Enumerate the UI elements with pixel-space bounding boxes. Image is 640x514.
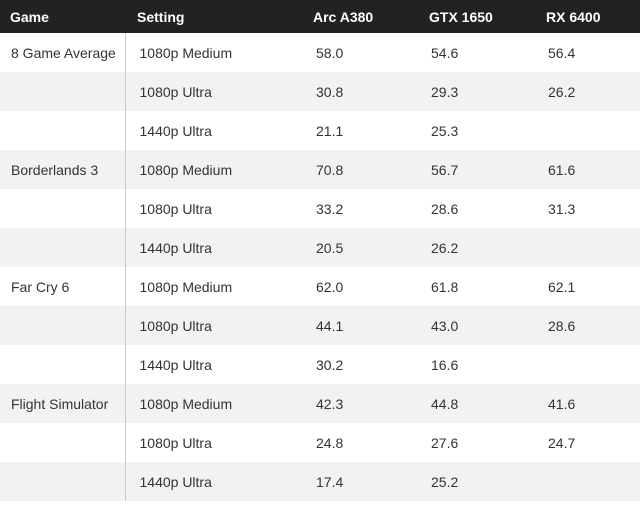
cell-gtx-1650: 27.6 [431, 434, 459, 451]
cell-game: Borderlands 3 [0, 150, 126, 189]
cell-rx-6400: 56.4 [548, 44, 576, 61]
cell-game [0, 306, 126, 345]
cell-arc-a380: 70.8 [316, 161, 344, 178]
cell-arc-a380: 20.5 [316, 239, 344, 256]
table-row: 1080p Ultra 30.8 29.3 26.2 [0, 72, 640, 111]
table-header: Game Setting Arc A380 GTX 1650 RX 6400 [0, 0, 640, 33]
cell-gtx-1650: 25.3 [431, 122, 459, 139]
cell-rx-6400: 62.1 [548, 278, 576, 295]
cell-arc-a380: 17.4 [316, 473, 344, 490]
table-row: 1080p Ultra 24.8 27.6 24.7 [0, 423, 640, 462]
cell-rx-6400: 61.6 [548, 161, 576, 178]
table-row: 8 Game Average 1080p Medium 58.0 54.6 56.4 [0, 33, 640, 72]
cell-game [0, 72, 126, 111]
cell-setting: 1080p Medium [139, 44, 233, 61]
table-row: Flight Simulator 1080p Medium 42.3 44.8 41.6 [0, 384, 640, 423]
cell-game: 8 Game Average [0, 33, 126, 72]
cell-gtx-1650: 29.3 [431, 83, 459, 100]
cell-setting: 1440p Ultra [139, 473, 212, 490]
cell-arc-a380: 30.8 [316, 83, 344, 100]
header-row: Game Setting Arc A380 GTX 1650 RX 6400 [0, 0, 640, 33]
cell-arc-a380: 58.0 [316, 44, 344, 61]
cell-game: Flight Simulator [0, 384, 126, 423]
cell-game [0, 189, 126, 228]
cell-game [0, 345, 126, 384]
cell-gtx-1650: 16.6 [431, 356, 459, 373]
cell-game [0, 423, 126, 462]
cell-gtx-1650: 25.2 [431, 473, 459, 490]
cell-arc-a380: 44.1 [316, 317, 344, 334]
cell-setting: 1080p Medium [139, 278, 233, 295]
cell-rx-6400 [542, 228, 640, 267]
table-row: 1440p Ultra 17.4 25.2 [0, 462, 640, 501]
cell-gtx-1650: 44.8 [431, 395, 459, 412]
cell-gtx-1650: 28.6 [431, 200, 459, 217]
cell-game: Far Cry 6 [0, 267, 126, 306]
cell-setting: 1440p Ultra [139, 239, 212, 256]
cell-rx-6400: 41.6 [548, 395, 576, 412]
cell-rx-6400 [542, 462, 640, 501]
cell-game [0, 462, 126, 501]
cell-setting: 1080p Ultra [139, 317, 212, 334]
cell-setting: 1440p Ultra [139, 356, 212, 373]
cell-rx-6400: 31.3 [548, 200, 576, 217]
table-row: 1440p Ultra 21.1 25.3 [0, 111, 640, 150]
header-game: Game [10, 8, 49, 25]
cell-arc-a380: 42.3 [316, 395, 344, 412]
cell-setting: 1080p Ultra [139, 83, 212, 100]
header-gtx-1650: GTX 1650 [429, 8, 493, 25]
cell-gtx-1650: 54.6 [431, 44, 459, 61]
header-arc-a380: Arc A380 [313, 8, 374, 25]
table-row: Far Cry 6 1080p Medium 62.0 61.8 62.1 [0, 267, 640, 306]
table-body: 8 Game Average 1080p Medium 58.0 54.6 56.4 10… [0, 33, 640, 501]
cell-rx-6400: 26.2 [548, 83, 576, 100]
cell-setting: 1440p Ultra [139, 122, 212, 139]
header-setting: Setting [137, 8, 185, 25]
cell-game [0, 228, 126, 267]
header-rx-6400: RX 6400 [546, 8, 601, 25]
cell-rx-6400 [542, 111, 640, 150]
cell-arc-a380: 24.8 [316, 434, 344, 451]
cell-gtx-1650: 56.7 [431, 161, 459, 178]
cell-gtx-1650: 61.8 [431, 278, 459, 295]
cell-rx-6400: 28.6 [548, 317, 576, 334]
cell-rx-6400 [542, 345, 640, 384]
cell-arc-a380: 21.1 [316, 122, 344, 139]
cell-gtx-1650: 43.0 [431, 317, 459, 334]
cell-game [0, 111, 126, 150]
benchmark-table-container: Game Setting Arc A380 GTX 1650 RX 6400 8… [0, 0, 640, 514]
cell-setting: 1080p Medium [139, 395, 233, 412]
cell-rx-6400: 24.7 [548, 434, 576, 451]
cell-setting: 1080p Ultra [139, 200, 212, 217]
cell-gtx-1650: 26.2 [431, 239, 459, 256]
table-row: 1440p Ultra 20.5 26.2 [0, 228, 640, 267]
benchmark-table: Game Setting Arc A380 GTX 1650 RX 6400 8… [0, 0, 640, 501]
cell-setting: 1080p Ultra [139, 434, 212, 451]
table-row: 1080p Ultra 33.2 28.6 31.3 [0, 189, 640, 228]
table-row: 1440p Ultra 30.2 16.6 [0, 345, 640, 384]
cell-arc-a380: 62.0 [316, 278, 344, 295]
table-row: 1080p Ultra 44.1 43.0 28.6 [0, 306, 640, 345]
cell-arc-a380: 33.2 [316, 200, 344, 217]
cell-arc-a380: 30.2 [316, 356, 344, 373]
cell-setting: 1080p Medium [139, 161, 233, 178]
table-row: Borderlands 3 1080p Medium 70.8 56.7 61.6 [0, 150, 640, 189]
